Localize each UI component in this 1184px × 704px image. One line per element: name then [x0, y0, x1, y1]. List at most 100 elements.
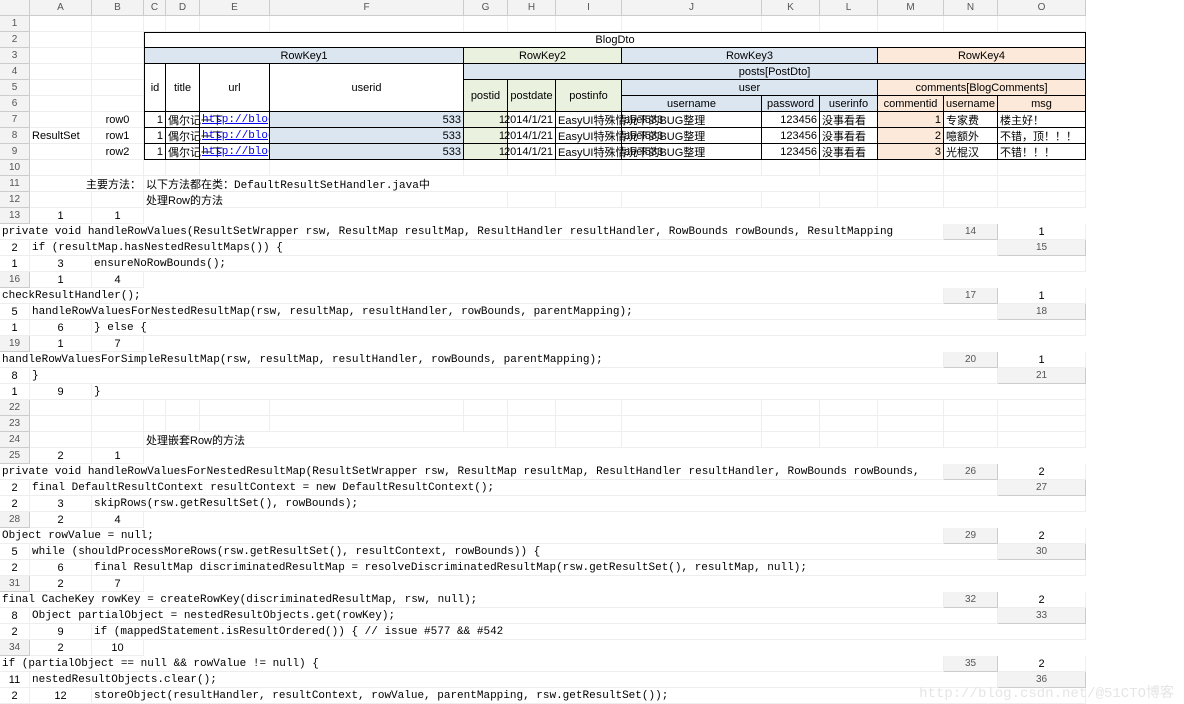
cell-msg[interactable]: 不错！！！: [998, 144, 1086, 160]
cell[interactable]: [30, 160, 92, 176]
code-line[interactable]: if (partialObject == null && rowValue !=…: [0, 656, 944, 672]
lineno-a[interactable]: 1: [30, 336, 92, 352]
cell[interactable]: [944, 192, 998, 208]
header-titlecol[interactable]: title: [166, 64, 200, 112]
cell[interactable]: [92, 400, 144, 416]
cell[interactable]: [200, 16, 270, 32]
cell-url[interactable]: http://blog.csdn.net/isea533: [200, 144, 270, 160]
cell[interactable]: [508, 432, 556, 448]
cell[interactable]: [944, 176, 998, 192]
row-header[interactable]: 10: [0, 160, 30, 176]
column-header[interactable]: D: [166, 0, 200, 16]
row-header[interactable]: 2: [0, 32, 30, 48]
cell[interactable]: [92, 416, 144, 432]
cell[interactable]: [762, 160, 820, 176]
cell[interactable]: [878, 416, 944, 432]
cell[interactable]: [30, 144, 92, 160]
lineno-a[interactable]: 1: [998, 224, 1086, 240]
header-commentid[interactable]: commentid: [878, 96, 944, 112]
cell[interactable]: [166, 416, 200, 432]
cell[interactable]: [762, 432, 820, 448]
cell-postdate[interactable]: 2014/1/21: [508, 128, 556, 144]
lineno-a[interactable]: 2: [998, 592, 1086, 608]
row-header[interactable]: 6: [0, 96, 30, 112]
code-line[interactable]: while (shouldProcessMoreRows(rsw.getResu…: [30, 544, 998, 560]
code-line[interactable]: ensureNoRowBounds();: [92, 256, 1086, 272]
cell[interactable]: [30, 64, 92, 80]
row-header[interactable]: 14: [944, 224, 998, 240]
lineno-a[interactable]: 1: [0, 256, 30, 272]
code-line[interactable]: private void handleRowValues(ResultSetWr…: [0, 224, 944, 240]
cell[interactable]: [464, 400, 508, 416]
cell[interactable]: [820, 16, 878, 32]
row-header[interactable]: 24: [0, 432, 30, 448]
cell-password[interactable]: 123456: [762, 144, 820, 160]
cell[interactable]: [270, 400, 464, 416]
cell[interactable]: [270, 160, 464, 176]
lineno-a[interactable]: 2: [0, 624, 30, 640]
cell[interactable]: [622, 16, 762, 32]
cell-msg[interactable]: 不错，顶！！！: [998, 128, 1086, 144]
cell-cuser[interactable]: 噫额外: [944, 128, 998, 144]
header-postinfo[interactable]: postinfo: [556, 80, 622, 112]
cell[interactable]: [30, 112, 92, 128]
lineno-b[interactable]: 9: [30, 624, 92, 640]
cell[interactable]: [508, 416, 556, 432]
code-line[interactable]: final DefaultResultContext resultContext…: [30, 480, 998, 496]
cell-commentid[interactable]: 1: [878, 112, 944, 128]
cell[interactable]: [762, 400, 820, 416]
lineno-a[interactable]: 2: [30, 640, 92, 656]
cell[interactable]: [30, 96, 92, 112]
row-header[interactable]: 22: [0, 400, 30, 416]
row-header[interactable]: 18: [998, 304, 1086, 320]
row-header[interactable]: 3: [0, 48, 30, 64]
row-header[interactable]: 29: [944, 528, 998, 544]
row-header[interactable]: 13: [0, 208, 30, 224]
code-line[interactable]: Object partialObject = nestedResultObjec…: [30, 608, 998, 624]
lineno-b[interactable]: 12: [30, 688, 92, 704]
lineno-b[interactable]: 8: [0, 368, 30, 384]
cell-msg[interactable]: 楼主好！: [998, 112, 1086, 128]
cell[interactable]: [820, 160, 878, 176]
cell-userinfo[interactable]: 没事看看: [820, 128, 878, 144]
row-header[interactable]: 19: [0, 336, 30, 352]
code-line[interactable]: storeObject(resultHandler, resultContext…: [92, 688, 1086, 704]
code-line[interactable]: handleRowValuesForNestedResultMap(rsw, r…: [30, 304, 998, 320]
column-header[interactable]: N: [944, 0, 998, 16]
cell[interactable]: [878, 400, 944, 416]
header-password[interactable]: password: [762, 96, 820, 112]
row-header[interactable]: 35: [944, 656, 998, 672]
cell[interactable]: [92, 96, 144, 112]
column-header[interactable]: L: [820, 0, 878, 16]
cell[interactable]: [508, 160, 556, 176]
header-comments[interactable]: comments[BlogComments]: [878, 80, 1086, 96]
cell[interactable]: [820, 400, 878, 416]
header-userid[interactable]: userid: [270, 64, 464, 112]
header-user[interactable]: user: [622, 80, 878, 96]
cell[interactable]: [166, 160, 200, 176]
row-header[interactable]: 36: [998, 672, 1086, 688]
cell-password[interactable]: 123456: [762, 128, 820, 144]
cell[interactable]: [820, 192, 878, 208]
lineno-a[interactable]: 2: [0, 560, 30, 576]
lineno-b[interactable]: 1: [92, 448, 144, 464]
row-label[interactable]: row0: [92, 112, 144, 128]
cell[interactable]: [200, 160, 270, 176]
lineno-b[interactable]: 6: [30, 560, 92, 576]
header-rowkey2[interactable]: RowKey2: [464, 48, 622, 64]
cell[interactable]: [998, 176, 1086, 192]
header-url[interactable]: url: [200, 64, 270, 112]
cell[interactable]: [508, 16, 556, 32]
cell[interactable]: [464, 16, 508, 32]
cell-postid[interactable]: 1: [464, 128, 508, 144]
cell[interactable]: [556, 416, 622, 432]
cell[interactable]: [464, 160, 508, 176]
cell-postid[interactable]: 1: [464, 112, 508, 128]
row-header[interactable]: 23: [0, 416, 30, 432]
row-label[interactable]: row1: [92, 128, 144, 144]
code-line[interactable]: nestedResultObjects.clear();: [30, 672, 998, 688]
cell-postid[interactable]: 1: [464, 144, 508, 160]
cell[interactable]: [944, 160, 998, 176]
cell[interactable]: [820, 416, 878, 432]
header-rowkey3[interactable]: RowKey3: [622, 48, 878, 64]
